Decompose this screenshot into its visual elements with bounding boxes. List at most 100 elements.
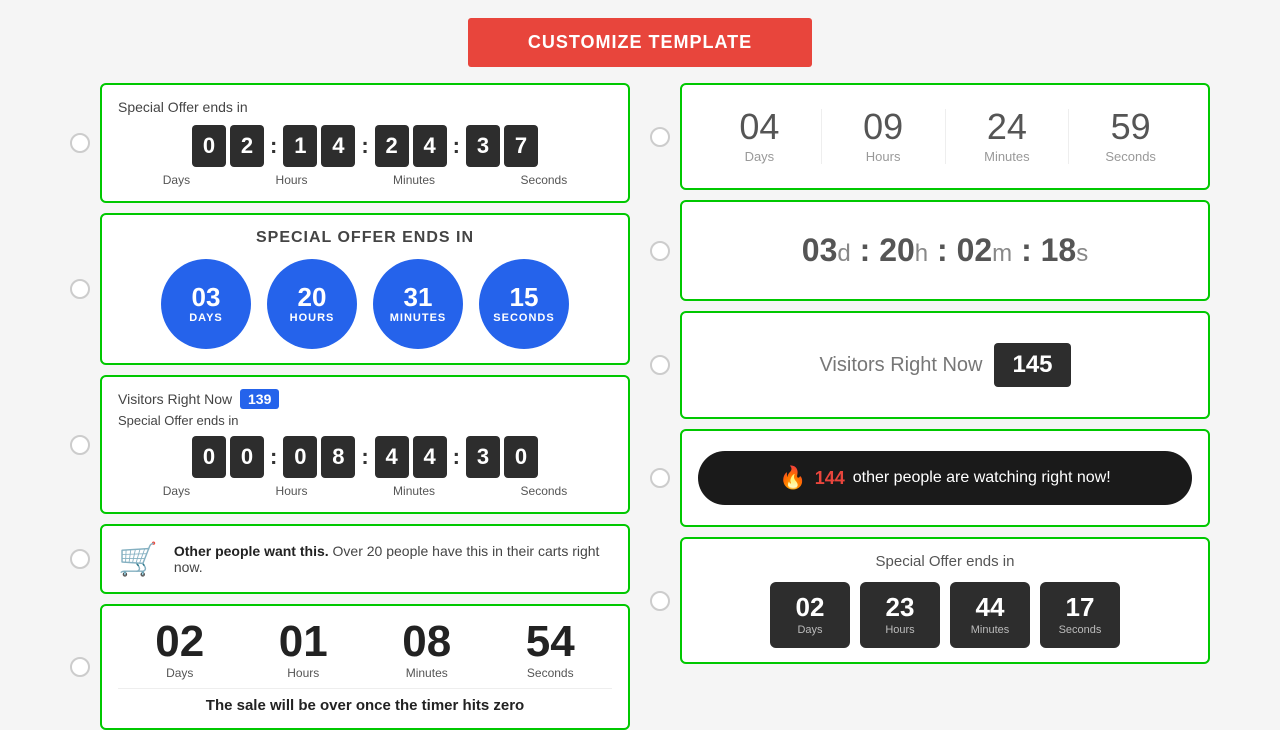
widget3-labels: Days Hours Minutes Seconds: [118, 484, 612, 498]
circle-hours-num: 20: [298, 284, 327, 310]
inline-d-letter: d: [837, 240, 850, 267]
right-widget-inline-timer: 03d : 20h : 02m : 18s: [680, 200, 1210, 301]
visitors-dark-label: Visitors Right Now: [819, 354, 982, 377]
inline-days: 03: [802, 232, 838, 268]
big-nums-footer: The sale will be over once the timer hit…: [118, 688, 612, 714]
dark-tile-hours: 23 Hours: [860, 582, 940, 648]
inline-sep-2: :: [937, 232, 957, 268]
widget2-title: SPECIAL OFFER ENDS IN: [118, 229, 612, 247]
widget3-visitors-label: Visitors Right Now 139: [118, 391, 612, 407]
radio-2[interactable]: [70, 279, 90, 299]
flip-colon-1: :: [268, 133, 279, 159]
simple-minutes-num: 24: [946, 109, 1069, 145]
dark-tile-seconds-label: Seconds: [1048, 624, 1112, 636]
flip-tile-h2: 4: [321, 125, 355, 167]
flip-colon-2: :: [359, 133, 370, 159]
widget-row-5: 02 Days 01 Hours 08 Minutes 54 Seconds: [70, 604, 630, 730]
flip-label-minutes: Minutes: [393, 173, 435, 187]
customize-button[interactable]: CUSTOMIZE TEMPLATE: [468, 18, 812, 67]
right-widget-row-3: Visitors Right Now 145: [650, 311, 1210, 419]
inline-timer: 03d : 20h : 02m : 18s: [698, 216, 1192, 285]
widget-flip-tiles: Special Offer ends in 0 2 : 1 4 : 2 4 : …: [100, 83, 630, 203]
top-bar: CUSTOMIZE TEMPLATE: [0, 0, 1280, 83]
visitors-badge: 139: [240, 389, 279, 409]
simple-hours-label: Hours: [822, 149, 945, 164]
visitors-label: Visitors Right Now: [118, 391, 232, 407]
w3-tile-h2: 8: [321, 436, 355, 478]
right-radio-1[interactable]: [650, 127, 670, 147]
dark-tile-seconds: 17 Seconds: [1040, 582, 1120, 648]
w3-tile-m2: 4: [413, 436, 447, 478]
circle-minutes-num: 31: [404, 284, 433, 310]
circles-row: 03 DAYS 20 HOURS 31 MINUTES 15 SECONDS: [118, 259, 612, 349]
flip-label-hours: Hours: [276, 173, 308, 187]
right-widget-visitors-dark: Visitors Right Now 145: [680, 311, 1210, 419]
big-num-minutes: 08 Minutes: [402, 620, 451, 680]
dark-tile-seconds-num: 17: [1048, 594, 1112, 620]
dark-tile-days-num: 02: [778, 594, 842, 620]
simple-hours-num: 09: [822, 109, 945, 145]
inline-sep-3: :: [1021, 232, 1041, 268]
simple-hours: 09 Hours: [822, 109, 946, 164]
widget1-title: Special Offer ends in: [118, 99, 612, 115]
w3-colon-2: :: [359, 444, 370, 470]
left-column: Special Offer ends in 0 2 : 1 4 : 2 4 : …: [60, 83, 640, 730]
big-num-seconds-label: Seconds: [526, 666, 575, 680]
inline-m-letter: m: [992, 240, 1012, 267]
flip-colon-3: :: [451, 133, 462, 159]
circle-minutes-label: MINUTES: [390, 312, 447, 324]
w3-label-seconds: Seconds: [521, 484, 568, 498]
simple-seconds: 59 Seconds: [1069, 109, 1192, 164]
inline-s-letter: s: [1076, 240, 1088, 267]
big-num-hours-val: 01: [279, 620, 328, 664]
big-num-minutes-label: Minutes: [402, 666, 451, 680]
flip-tile-d2: 2: [230, 125, 264, 167]
big-nums-row: 02 Days 01 Hours 08 Minutes 54 Seconds: [118, 620, 612, 680]
right-radio-5[interactable]: [650, 591, 670, 611]
simple-seconds-num: 59: [1069, 109, 1192, 145]
big-num-hours: 01 Hours: [279, 620, 328, 680]
w3-tile-s2: 0: [504, 436, 538, 478]
visitors-dark-row: Visitors Right Now 145: [698, 327, 1192, 403]
fire-text: other people are watching right now!: [853, 469, 1111, 487]
right-widget-dark-tiles: Special Offer ends in 02 Days 23 Hours 4…: [680, 537, 1210, 664]
right-widget-simple-timer: 04 Days 09 Hours 24 Minutes 59 Seconds: [680, 83, 1210, 190]
radio-4[interactable]: [70, 549, 90, 569]
circle-minutes: 31 MINUTES: [373, 259, 463, 349]
widget-circles: SPECIAL OFFER ENDS IN 03 DAYS 20 HOURS 3…: [100, 213, 630, 365]
circle-seconds-num: 15: [510, 284, 539, 310]
right-radio-4[interactable]: [650, 468, 670, 488]
radio-1[interactable]: [70, 133, 90, 153]
widget-row-4: 🛒 Other people want this. Over 20 people…: [70, 524, 630, 594]
dark-tile-days-label: Days: [778, 624, 842, 636]
inline-hours: 20: [879, 232, 915, 268]
flip-tile-s1: 3: [466, 125, 500, 167]
inline-seconds: 18: [1041, 232, 1077, 268]
right-widget-row-4: 🔥 144 other people are watching right no…: [650, 429, 1210, 527]
circle-seconds-label: SECONDS: [493, 312, 554, 324]
simple-days: 04 Days: [698, 109, 822, 164]
simple-days-num: 04: [698, 109, 821, 145]
w3-tile-m1: 4: [375, 436, 409, 478]
w3-colon-1: :: [268, 444, 279, 470]
fire-icon: 🔥: [779, 465, 806, 491]
simple-minutes-label: Minutes: [946, 149, 1069, 164]
radio-5[interactable]: [70, 657, 90, 677]
flip-tile-d1: 0: [192, 125, 226, 167]
widget-row-1: Special Offer ends in 0 2 : 1 4 : 2 4 : …: [70, 83, 630, 203]
w3-tile-d1: 0: [192, 436, 226, 478]
circle-hours: 20 HOURS: [267, 259, 357, 349]
circle-days-label: DAYS: [189, 312, 223, 324]
w3-tile-h1: 0: [283, 436, 317, 478]
w3-colon-3: :: [451, 444, 462, 470]
dark-tile-minutes: 44 Minutes: [950, 582, 1030, 648]
radio-3[interactable]: [70, 435, 90, 455]
widget-row-3: Visitors Right Now 139 Special Offer end…: [70, 375, 630, 514]
big-num-seconds-val: 54: [526, 620, 575, 664]
right-column: 04 Days 09 Hours 24 Minutes 59 Seconds: [640, 83, 1220, 730]
dark-tiles-row: 02 Days 23 Hours 44 Minutes 17 Seconds: [698, 582, 1192, 648]
widget3-subtitle: Special Offer ends in: [118, 413, 612, 428]
visitors-dark-badge: 145: [994, 343, 1070, 387]
right-radio-3[interactable]: [650, 355, 670, 375]
right-radio-2[interactable]: [650, 241, 670, 261]
